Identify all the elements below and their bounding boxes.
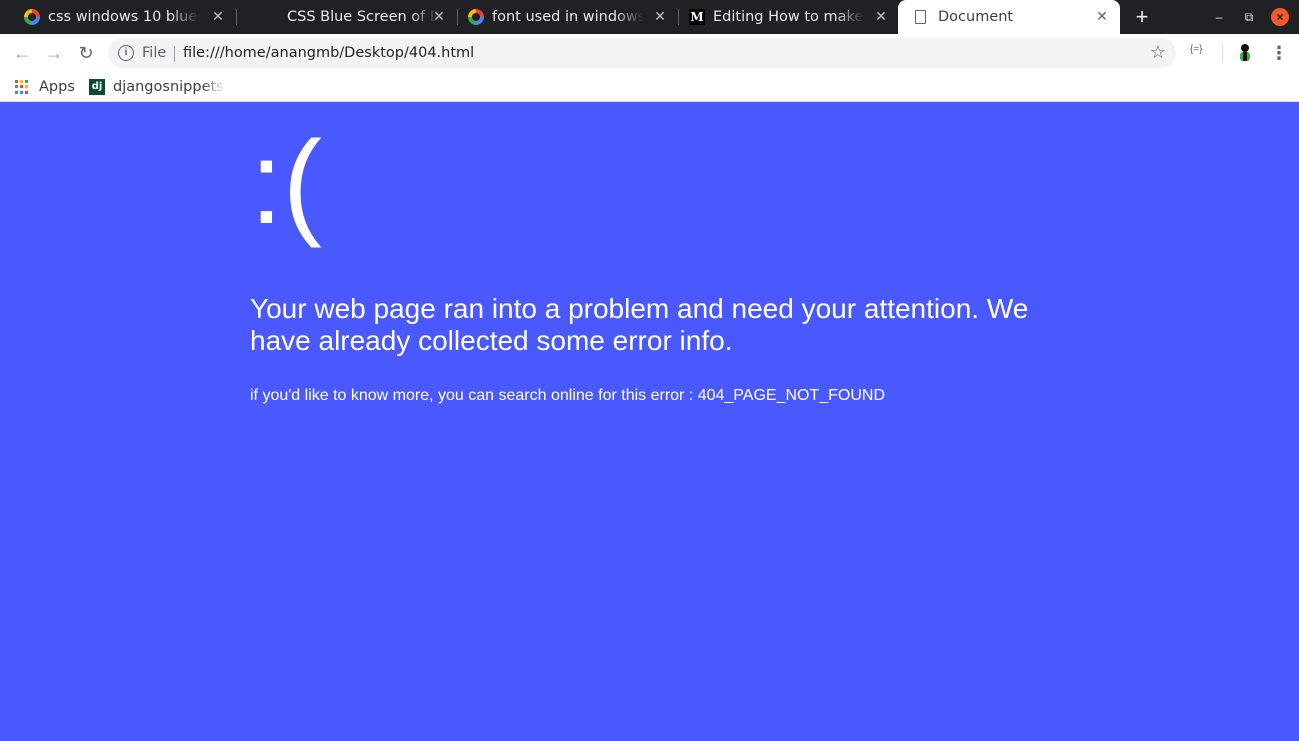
minimize-icon[interactable]: – [1210,8,1228,26]
address-bar[interactable]: i File file:///home/anangmb/Desktop/404.… [108,38,1176,68]
tab-strip: css windows 10 bluescr ✕ CSS Blue Screen… [0,0,1299,34]
error-more-info: if you'd like to know more, you can sear… [250,387,886,404]
window-close-icon[interactable]: × [1271,8,1289,26]
bookmarks-bar: Apps dj djangosnippets: [0,72,1299,102]
google-icon [24,9,40,25]
blank-favicon-icon [261,9,277,25]
info-icon[interactable]: i [118,45,134,61]
page-content: :( Your web page ran into a problem and … [0,103,1299,741]
bookmark-djangosnippets[interactable]: dj djangosnippets: [89,76,225,98]
browser-toolbar: ← → ↻ i File file:///home/anangmb/Deskto… [0,34,1299,72]
apps-grid-icon [15,80,29,94]
new-tab-button[interactable]: + [1130,5,1154,29]
scheme-label: File [142,45,167,61]
bookmark-label: djangosnippets: [113,79,225,95]
close-icon[interactable]: ✕ [1094,9,1110,25]
url-text[interactable]: file:///home/anangmb/Desktop/404.html [183,45,474,61]
tab-title: CSS Blue Screen of Dea [287,9,439,25]
tab-css-windows-10[interactable]: css windows 10 bluescr ✕ [0,0,236,34]
bookmark-star-icon[interactable]: ☆ [1150,42,1166,63]
back-arrow-icon[interactable]: ← [10,41,34,65]
profile-avatar-icon[interactable] [1237,43,1253,63]
json-viewer-extension-icon[interactable]: {=} [1190,44,1203,55]
tab-title: css windows 10 bluescr [48,9,200,25]
close-icon[interactable]: ✕ [873,9,889,25]
kebab-menu-icon[interactable]: ⋮ [1270,42,1288,64]
document-icon [912,9,928,25]
tab-title: Document [938,9,1014,25]
forward-arrow-icon[interactable]: → [42,41,66,65]
sad-face: :( [250,117,323,249]
tab-font-used-in-windows[interactable]: font used in windows 1 ✕ [444,0,678,34]
bookmark-apps[interactable]: Apps [15,76,75,98]
toolbar-separator [1222,45,1223,63]
close-icon[interactable]: ✕ [210,9,226,25]
django-icon: dj [89,79,105,95]
tab-title: font used in windows 1 [492,9,644,25]
error-message: Your web page ran into a problem and nee… [250,293,1029,356]
bookmark-label: Apps [39,79,75,95]
address-separator [174,46,175,62]
tab-document[interactable]: Document ✕ [898,0,1120,34]
tab-title: Editing How to make W [713,9,865,25]
tab-editing-how-to-make[interactable]: M Editing How to make W ✕ [665,0,899,34]
google-icon [468,9,484,25]
tab-css-blue-screen[interactable]: CSS Blue Screen of Dea ✕ [237,0,457,34]
medium-icon: M [689,9,705,25]
reload-icon[interactable]: ↻ [74,41,98,65]
maximize-icon[interactable]: ⧉ [1240,8,1258,26]
